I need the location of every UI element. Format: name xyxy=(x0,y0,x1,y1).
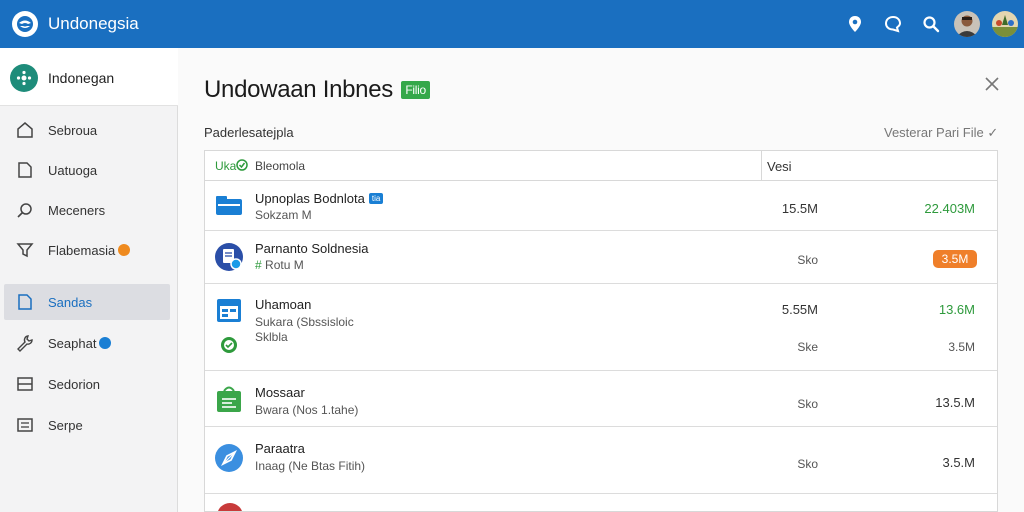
table-row[interactable]: Uhamoan Sukara (Sbssisloic Sklbla 5.55M … xyxy=(205,284,997,371)
document-icon xyxy=(18,162,32,178)
row-subtitle: Sokzam M xyxy=(255,208,312,222)
table-row[interactable]: Paraatra Inaag (Ne Btas Fitih) Sko 3.5.M xyxy=(205,427,997,494)
wrench-icon xyxy=(17,335,33,352)
file-table: Uka Bleomola Vesi Upnoplas Bodnlota tia S… xyxy=(204,150,998,512)
sidebar-header: Indonegan xyxy=(0,48,178,106)
sidebar-item-label: Sebroua xyxy=(48,123,98,138)
close-icon xyxy=(985,77,999,91)
close-button[interactable] xyxy=(982,74,1002,94)
sidebar-item-meceners[interactable]: Meceners xyxy=(4,192,170,228)
sidebar-item-uatuoga[interactable]: Uatuoga xyxy=(4,152,170,188)
sidebar-item-label: Sandas xyxy=(48,295,93,310)
row-title: Paraatra xyxy=(255,441,305,456)
table-row[interactable]: Mossaar Bwara (Nos 1.tahe) Sko 13.5.M xyxy=(205,371,997,427)
user-avatar[interactable] xyxy=(954,11,980,37)
row-title: Mossaar xyxy=(255,385,305,400)
sidebar-item-seaphat[interactable]: Seaphat xyxy=(4,325,170,361)
row-size-secondary: 3.5M xyxy=(948,340,975,354)
row-badge: tia xyxy=(368,193,384,204)
row-version-secondary: Ske xyxy=(797,340,818,354)
row-subtitle: Bwara (Nos 1.tahe) xyxy=(255,403,359,417)
row-version: 15.5M xyxy=(781,201,818,216)
row-title: Parnanto Soldnesia xyxy=(255,241,369,256)
table-header: Uka Bleomola Vesi xyxy=(205,151,997,181)
section-label: Paderlesatejpla xyxy=(204,125,294,140)
row-size: 22.403M xyxy=(924,201,975,216)
dialog-title: Undowaan Inbnes Filio xyxy=(204,76,430,104)
list-icon xyxy=(17,418,33,432)
sidebar-item-sandas[interactable]: Sandas xyxy=(4,284,170,320)
column-header-version[interactable]: Vesi xyxy=(767,159,792,174)
row-subtitle: # Rotu M xyxy=(255,258,304,272)
sidebar-item-sedorion[interactable]: Sedorion xyxy=(4,366,170,402)
sidebar-item-label: Serpe xyxy=(48,418,83,433)
notification-badge xyxy=(118,244,131,256)
row-title: Uhamoan xyxy=(255,297,312,312)
sidebar-item-sebroua[interactable]: Sebroua xyxy=(4,112,170,148)
sidebar-item-label: Sedorion xyxy=(48,377,101,392)
sidebar-item-label: Meceners xyxy=(48,203,106,218)
row-size: 3.5.M xyxy=(942,455,975,470)
title-tag: Filio xyxy=(401,81,430,99)
secondary-avatar[interactable] xyxy=(992,11,1018,37)
row-title: Upnoplas Bodnlota tia xyxy=(255,191,384,206)
row-version: Sko xyxy=(797,397,818,411)
sidebar-item-label: Seaphat xyxy=(48,336,112,351)
shield-check-icon xyxy=(221,337,237,353)
search-icon xyxy=(17,203,32,218)
file-icon xyxy=(18,294,32,310)
row-subtitle: Sukara (Sbssisloic xyxy=(255,315,354,329)
row-size: 13.5.M xyxy=(935,395,975,410)
shopping-bag-icon xyxy=(217,386,241,412)
chat-bubble-icon[interactable] xyxy=(883,14,903,34)
row-version: 5.55M xyxy=(781,302,818,317)
row-size-pill: 3.5M xyxy=(933,250,977,268)
notification-badge xyxy=(99,337,112,349)
row-size: 13.6M xyxy=(938,302,975,317)
sidebar-item-label: Flabemasia xyxy=(48,243,131,258)
column-divider xyxy=(761,151,762,181)
row-subtitle-secondary: Sklbla xyxy=(255,330,288,344)
table-row[interactable]: Parnanto Soldnesia # Rotu M Sko 3.5M xyxy=(205,231,997,284)
filter-dropdown[interactable]: Vesterar Pari File ✓ xyxy=(884,125,998,141)
sidebar-item-label: Uatuoga xyxy=(48,163,98,178)
sidebar-title: Indonegan xyxy=(48,70,115,86)
app-logo-icon[interactable] xyxy=(12,11,38,37)
app-title: Undonegsia xyxy=(48,14,139,33)
folder-icon xyxy=(216,196,242,215)
home-icon xyxy=(17,122,33,138)
sidebar: Indonegan Sebroua Uatuoga Meceners Flabe… xyxy=(0,48,178,512)
column-header-name[interactable]: Uka Bleomola xyxy=(215,159,305,173)
compass-icon xyxy=(215,444,243,472)
inbox-icon xyxy=(17,377,33,391)
top-bar: Undonegsia xyxy=(0,0,1024,48)
row-subtitle: Inaag (Ne Btas Fitih) xyxy=(255,459,366,473)
location-pin-icon[interactable] xyxy=(845,14,865,34)
app-icon xyxy=(218,503,242,511)
search-icon[interactable] xyxy=(921,14,941,34)
sidebar-logo-icon xyxy=(10,64,38,92)
document-badge-icon xyxy=(215,243,243,271)
sidebar-item-flabemasia[interactable]: Flabemasia xyxy=(4,232,170,268)
funnel-icon xyxy=(16,243,34,258)
calendar-icon xyxy=(217,299,241,322)
sidebar-item-serpe[interactable]: Serpe xyxy=(4,407,170,443)
table-row[interactable]: Upnoplas Bodnlota tia Sokzam M 15.5M 22.4… xyxy=(205,181,997,231)
row-version: Sko xyxy=(797,457,818,471)
main-panel: Undowaan Inbnes Filio Paderlesatejpla Ve… xyxy=(178,48,1024,512)
row-version: Sko xyxy=(797,253,818,267)
check-circle-icon xyxy=(236,159,249,171)
table-row[interactable] xyxy=(205,494,997,511)
